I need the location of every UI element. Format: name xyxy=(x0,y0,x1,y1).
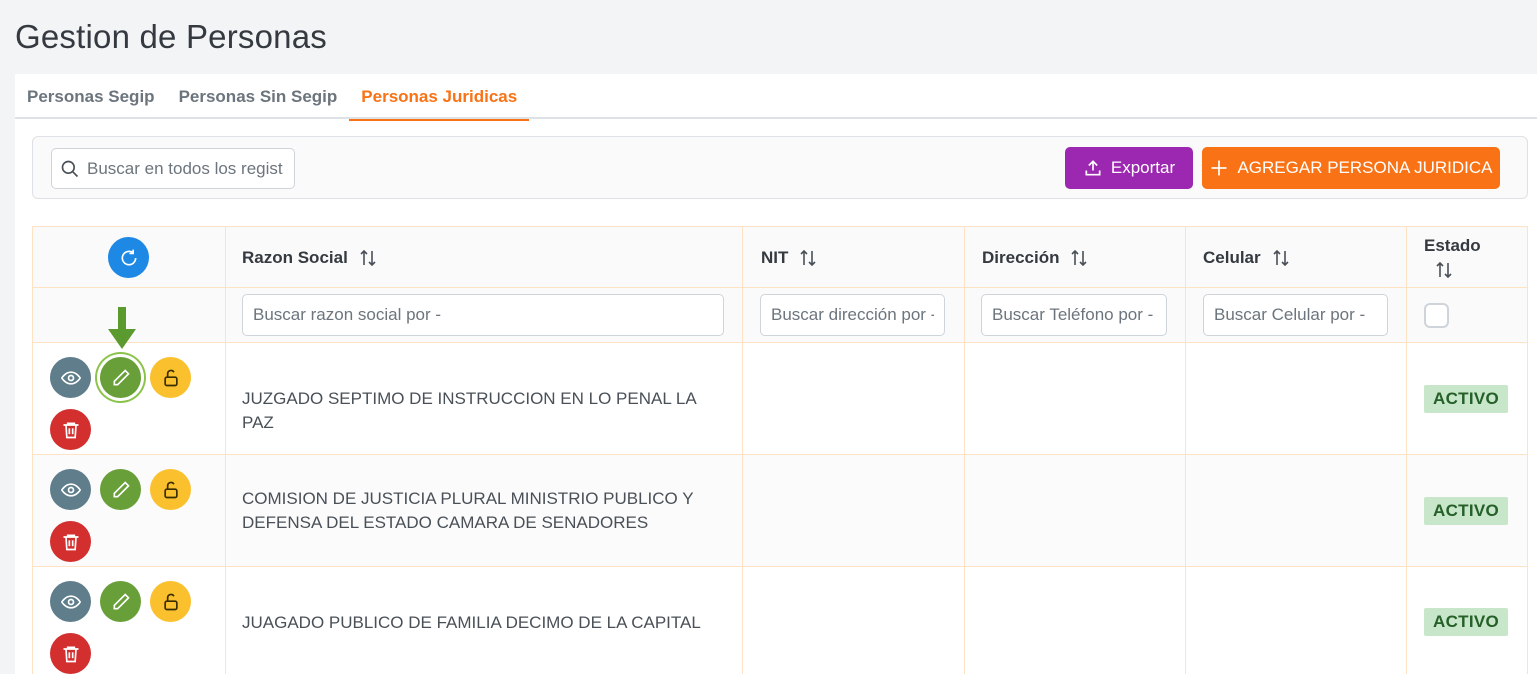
sort-icon[interactable] xyxy=(1069,248,1089,268)
trash-icon xyxy=(63,534,78,550)
plus-icon xyxy=(1211,160,1227,176)
pencil-icon xyxy=(113,592,130,609)
delete-button[interactable] xyxy=(50,521,91,562)
add-button-label: AGREGAR PERSONA JURIDICA xyxy=(1237,158,1493,177)
eye-icon xyxy=(60,594,81,609)
cell-razon-social: JUAGADO PUBLICO DE FAMILIA DECIMO DE LA … xyxy=(242,613,701,632)
filter-nit[interactable] xyxy=(760,294,945,336)
tab-personas-segip[interactable]: Personas Segip xyxy=(15,74,167,119)
delete-button[interactable] xyxy=(50,409,91,450)
view-button[interactable] xyxy=(50,581,91,622)
column-nit[interactable]: NIT xyxy=(761,227,818,288)
upload-icon xyxy=(1085,160,1101,176)
column-label: Celular xyxy=(1203,247,1261,267)
column-label: Razon Social xyxy=(242,247,348,267)
status-badge: ACTIVO xyxy=(1424,385,1509,413)
sort-icon[interactable] xyxy=(1434,260,1454,280)
unlock-icon xyxy=(163,481,178,498)
filter-estado-checkbox[interactable] xyxy=(1424,303,1449,328)
export-button-label: Exportar xyxy=(1110,158,1176,177)
unlock-icon xyxy=(163,593,178,610)
column-estado[interactable]: Estado xyxy=(1424,227,1481,288)
status-badge: ACTIVO xyxy=(1424,497,1509,525)
trash-icon xyxy=(63,646,78,662)
refresh-button[interactable] xyxy=(108,237,149,278)
pencil-icon xyxy=(113,368,130,385)
eye-icon xyxy=(60,370,81,385)
edit-button[interactable] xyxy=(100,357,141,398)
filter-celular[interactable] xyxy=(1203,294,1388,336)
status-badge: ACTIVO xyxy=(1424,608,1509,636)
filter-razon-social[interactable] xyxy=(242,294,724,336)
unlock-button[interactable] xyxy=(150,469,191,510)
edit-button[interactable] xyxy=(100,469,141,510)
sort-icon[interactable] xyxy=(358,248,378,268)
toolbar: Exportar AGREGAR PERSONA JURIDICA xyxy=(32,136,1528,199)
tab-personas-juridicas[interactable]: Personas Juridicas xyxy=(349,74,530,121)
view-button[interactable] xyxy=(50,357,91,398)
add-persona-juridica-button[interactable]: AGREGAR PERSONA JURIDICA xyxy=(1202,147,1500,189)
personas-table: Razon Social NIT Dirección Celular Estad… xyxy=(32,226,1528,674)
edit-button[interactable] xyxy=(100,581,141,622)
refresh-icon xyxy=(121,249,137,266)
column-label: Dirección xyxy=(982,247,1060,267)
pencil-icon xyxy=(113,480,130,497)
column-label: NIT xyxy=(761,247,789,267)
main-panel: Personas Segip Personas Sin Segip Person… xyxy=(15,74,1537,674)
view-button[interactable] xyxy=(50,469,91,510)
arrow-down-icon xyxy=(108,307,136,349)
page-title: Gestion de Personas xyxy=(15,18,327,55)
filter-direccion[interactable] xyxy=(981,294,1167,336)
unlock-button[interactable] xyxy=(150,357,191,398)
tab-personas-sin-segip[interactable]: Personas Sin Segip xyxy=(167,74,350,119)
column-label: Estado xyxy=(1424,235,1481,255)
eye-icon xyxy=(60,482,81,497)
export-button[interactable]: Exportar xyxy=(1065,147,1193,189)
cell-razon-social: JUZGADO SEPTIMO DE INSTRUCCION EN LO PEN… xyxy=(242,389,696,432)
global-search[interactable] xyxy=(51,148,295,189)
global-search-input[interactable] xyxy=(87,158,287,179)
column-direccion[interactable]: Dirección xyxy=(982,227,1089,288)
column-razon-social[interactable]: Razon Social xyxy=(242,227,378,288)
column-celular[interactable]: Celular xyxy=(1203,227,1291,288)
search-icon xyxy=(61,160,79,177)
delete-button[interactable] xyxy=(50,633,91,674)
cell-razon-social: COMISION DE JUSTICIA PLURAL MINISTRIO PU… xyxy=(242,489,694,532)
unlock-icon xyxy=(163,369,178,386)
trash-icon xyxy=(63,422,78,438)
unlock-button[interactable] xyxy=(150,581,191,622)
sort-icon[interactable] xyxy=(798,248,818,268)
sort-icon[interactable] xyxy=(1271,248,1291,268)
tab-bar: Personas Segip Personas Sin Segip Person… xyxy=(15,74,1537,121)
